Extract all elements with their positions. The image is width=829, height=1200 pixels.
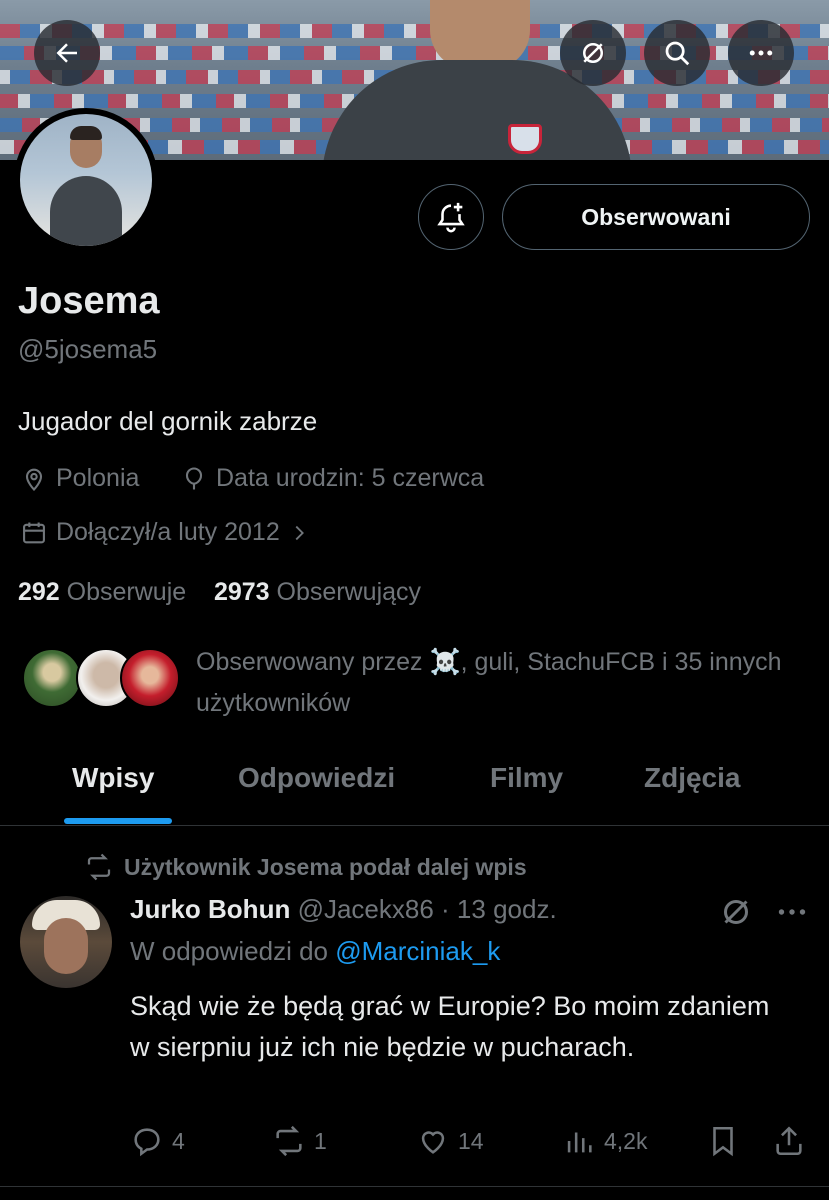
reply-button[interactable]: 4 bbox=[130, 1124, 185, 1158]
post-author-avatar[interactable] bbox=[20, 896, 112, 988]
notifications-button[interactable] bbox=[418, 184, 484, 250]
follow-counts: 292 Obserwuje 2973 Obserwujący bbox=[18, 578, 421, 607]
reply-context: W odpowiedzi do @Marciniak_k bbox=[130, 936, 501, 966]
active-tab-indicator bbox=[64, 818, 172, 824]
more-horizontal-icon bbox=[749, 50, 773, 56]
following-link[interactable]: 292 Obserwuje bbox=[18, 578, 186, 606]
bookmark-icon bbox=[713, 1126, 733, 1157]
profile-tabs: Wpisy Odpowiedzi Filmy Zdjęcia bbox=[0, 740, 829, 826]
followers-link[interactable]: 2973 Obserwujący bbox=[214, 578, 421, 606]
bell-plus-icon bbox=[437, 202, 465, 233]
avatar bbox=[22, 648, 82, 708]
profile-avatar[interactable] bbox=[14, 108, 158, 252]
share-icon bbox=[776, 1126, 802, 1156]
tab-photos[interactable]: Zdjęcia bbox=[644, 762, 740, 794]
divider bbox=[0, 1186, 829, 1187]
balloon-icon bbox=[185, 466, 203, 489]
heart-icon bbox=[421, 1131, 445, 1154]
tab-posts[interactable]: Wpisy bbox=[72, 762, 154, 794]
more-horizontal-icon[interactable] bbox=[774, 894, 810, 930]
repost-icon bbox=[276, 1125, 302, 1157]
grok-button[interactable] bbox=[560, 20, 626, 86]
views-icon bbox=[567, 1132, 592, 1153]
repost-icon bbox=[87, 853, 111, 881]
grok-icon[interactable] bbox=[718, 894, 754, 930]
post-header: Jurko Bohun @Jacekx86 · 13 godz. bbox=[130, 894, 557, 925]
profile-location: Polonia bbox=[20, 464, 139, 493]
bookmark-button[interactable] bbox=[706, 1124, 740, 1158]
profile-joined[interactable]: Dołączył/a luty 2012 bbox=[20, 518, 310, 547]
repost-button[interactable]: 1 bbox=[272, 1124, 327, 1158]
calendar-icon bbox=[23, 522, 45, 543]
profile-name: Josema bbox=[18, 280, 160, 322]
views-button[interactable]: 4,2k bbox=[562, 1124, 647, 1158]
post-text: Skąd wie że będą grać w Europie? Bo moim… bbox=[130, 991, 770, 1062]
followed-by-text[interactable]: Obserwowany przez ☠️, guli, StachuFCB i … bbox=[196, 642, 796, 724]
reply-to-link[interactable]: @Marciniak_k bbox=[335, 936, 500, 966]
avatar bbox=[120, 648, 180, 708]
share-button[interactable] bbox=[772, 1124, 806, 1158]
comment-icon bbox=[134, 1128, 160, 1157]
more-button[interactable] bbox=[728, 20, 794, 86]
following-button[interactable]: Obserwowani bbox=[502, 184, 810, 250]
profile-birthday: Data urodzin: 5 czerwca bbox=[180, 464, 484, 493]
tab-replies[interactable]: Odpowiedzi bbox=[238, 762, 395, 794]
profile-bio: Jugador del gornik zabrze bbox=[18, 406, 318, 436]
arrow-left-icon bbox=[56, 43, 77, 63]
repost-context[interactable]: Użytkownik Josema podał dalej wpis bbox=[84, 852, 527, 882]
search-icon bbox=[665, 41, 690, 66]
post-author-name[interactable]: Jurko Bohun bbox=[130, 894, 290, 924]
post-author-handle[interactable]: @Jacekx86 bbox=[298, 894, 434, 924]
post-time[interactable]: · 13 godz. bbox=[441, 894, 557, 924]
back-button[interactable] bbox=[34, 20, 100, 86]
profile-handle: @5josema5 bbox=[18, 334, 158, 364]
club-badge bbox=[508, 124, 542, 154]
location-pin-icon bbox=[25, 468, 43, 491]
chevron-right-icon bbox=[295, 525, 304, 540]
grok-icon bbox=[583, 43, 603, 63]
skull-emoji: ☠️ bbox=[429, 648, 461, 676]
tab-videos[interactable]: Filmy bbox=[490, 762, 563, 794]
like-button[interactable]: 14 bbox=[416, 1124, 484, 1158]
search-button[interactable] bbox=[644, 20, 710, 86]
